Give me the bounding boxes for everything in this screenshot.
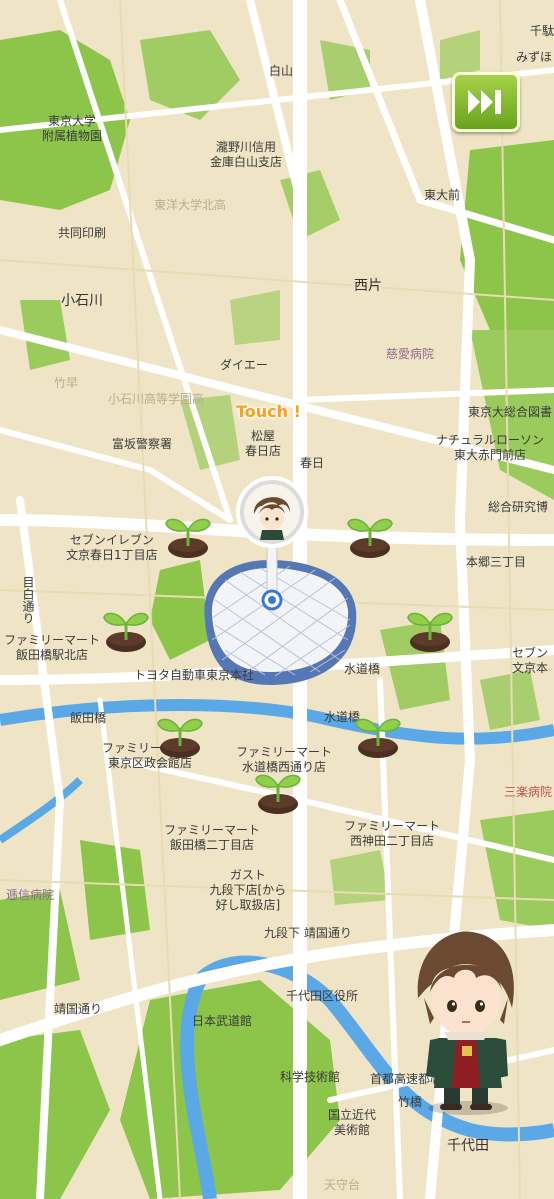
map-label: 春日	[300, 456, 325, 470]
map-label: 共同印刷	[58, 226, 107, 240]
map-label: 竹早	[54, 376, 79, 390]
sprout-6-icon[interactable]	[350, 708, 406, 760]
map-label: 飯田橋	[70, 711, 107, 725]
fast-forward-button[interactable]	[452, 72, 520, 132]
map-label: 松屋 春日店	[245, 429, 282, 458]
map-label: ダイエー	[220, 358, 268, 372]
map-label: 九段下 靖国通り	[264, 926, 352, 940]
map-label: 総合研究博	[488, 500, 549, 514]
map-label: みずほ	[516, 50, 553, 64]
map-label: 逓信病院	[6, 888, 55, 902]
map-label: 靖国通り	[54, 1002, 103, 1016]
map-label: 東大前	[424, 188, 461, 202]
sprout-1-icon[interactable]	[160, 508, 216, 560]
map-label: 小石川高等学園高	[108, 392, 205, 406]
map-label: 科学技術館	[280, 1070, 341, 1084]
map-label: 千駄	[530, 24, 554, 38]
map-label: トヨタ自動車東京本社	[134, 668, 255, 682]
map-label: ファミリーマート 飯田橋駅北店	[4, 633, 101, 662]
map-label: 白山	[269, 64, 294, 78]
map-label: 東洋大学北高	[154, 198, 227, 212]
map-label: 本郷三丁目	[466, 555, 527, 569]
map-label: セブンイレブン 文京春日1丁目店	[66, 533, 158, 562]
sprout-4-icon[interactable]	[402, 602, 458, 654]
map-label: ファミリーマート 西神田二丁目店	[344, 819, 441, 848]
map-label: 千代田区役所	[286, 989, 359, 1003]
sprout-7-icon[interactable]	[250, 764, 306, 816]
map-label: 瀧野川信用 金庫白山支店	[210, 140, 283, 169]
map-label: 千代田	[447, 1138, 489, 1154]
map-label: 日本武道館	[192, 1014, 253, 1028]
map-label: 三楽病院	[504, 785, 553, 799]
location-pin[interactable]	[232, 476, 312, 611]
map-label: 小石川	[61, 293, 103, 309]
map-label: 西片	[354, 278, 382, 294]
map-label: ファミリーマート 飯田橋二丁目店	[164, 823, 261, 852]
character-guide[interactable]	[410, 928, 520, 1118]
map-label: 東京大総合図書	[468, 405, 553, 419]
map-label: 天守台	[324, 1178, 361, 1192]
fast-forward-icon	[468, 90, 501, 114]
map-label: 東京大学 附属植物園	[42, 114, 103, 143]
map-label: セブン 文京本	[512, 646, 549, 675]
sprout-5-icon[interactable]	[152, 708, 208, 760]
sprout-2-icon[interactable]	[342, 508, 398, 560]
map-label: 目白通り	[21, 576, 35, 624]
sprout-3-icon[interactable]	[98, 602, 154, 654]
map-label: ガスト 九段下店[から 好し取扱店]	[209, 868, 287, 912]
map-label: ナチュラルローソン 東大赤門前店	[436, 433, 545, 462]
map-label: 富坂警察署	[112, 437, 173, 451]
map-label: 慈愛病院	[386, 347, 435, 361]
map-label: 水道橋	[344, 662, 381, 676]
touch-prompt[interactable]: Touch !	[236, 402, 301, 421]
map-label: 国立近代 美術館	[328, 1108, 377, 1137]
